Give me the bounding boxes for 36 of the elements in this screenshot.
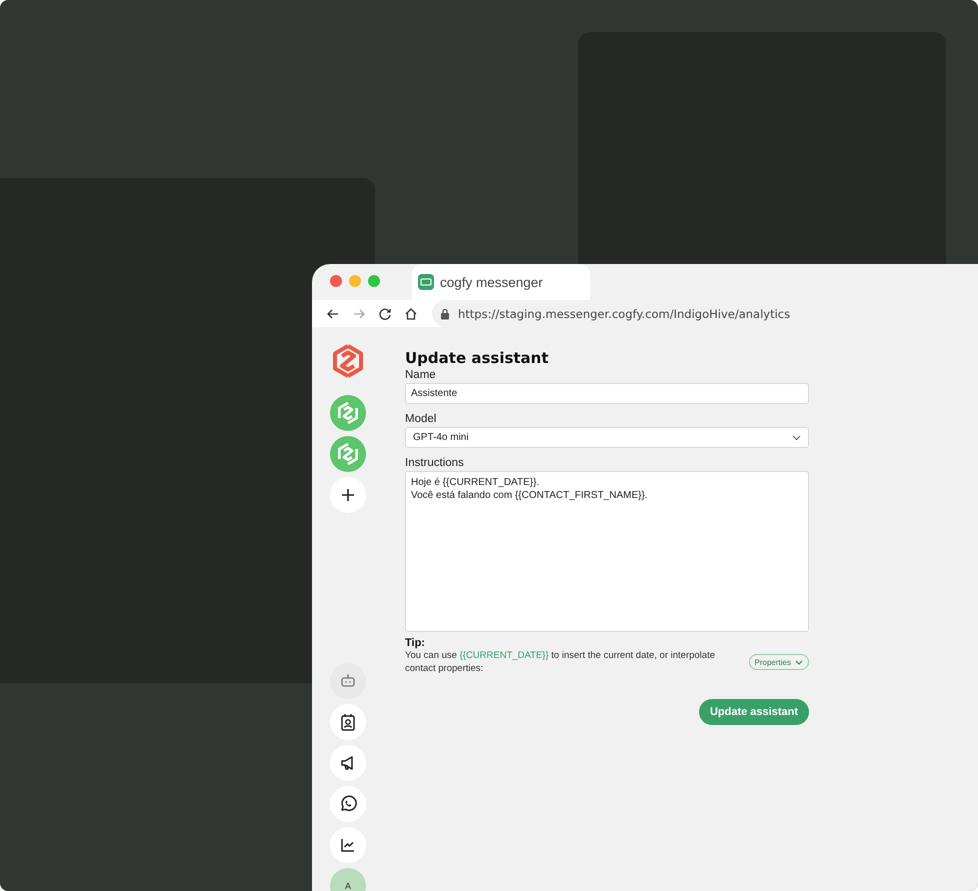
nav-button[interactable] xyxy=(330,704,366,740)
app-icon xyxy=(418,274,434,290)
browser-tab[interactable]: cogfy messenger xyxy=(412,264,590,300)
chevron-down-icon xyxy=(795,660,803,664)
chevron-down-icon xyxy=(792,434,801,440)
page-title: Update assistant xyxy=(405,349,550,367)
megaphone-icon xyxy=(340,755,356,771)
forward-icon[interactable] xyxy=(352,306,366,320)
address-bar[interactable]: https://staging.messenger.cogfy.com/IndigoHive/analytics xyxy=(432,300,978,327)
plus-icon xyxy=(342,489,354,501)
tip-text: You can use {{CURRENT_DATE}} to insert the current date, or interpolate contact properties: xyxy=(405,649,716,675)
model-select[interactable]: GPT-4o mini xyxy=(405,427,809,448)
field-label: Name xyxy=(405,369,437,381)
add-button[interactable] xyxy=(330,477,366,513)
instructions-field[interactable]: Hoje é {{CURRENT_DATE}}. Você está falando com {{CONTACT_FIRST_NAME}}. xyxy=(405,471,809,632)
field-label: Model xyxy=(405,413,438,425)
chat-phone-icon xyxy=(339,795,357,813)
workspace-logo-icon xyxy=(336,442,360,466)
line-chart-icon xyxy=(340,837,356,853)
logo-icon[interactable] xyxy=(331,343,365,379)
workspace-logo-icon xyxy=(336,401,360,425)
nav-button[interactable] xyxy=(330,827,366,863)
nav-button[interactable] xyxy=(330,745,366,781)
properties-dropdown[interactable]: Properties xyxy=(748,654,809,670)
close-button[interactable] xyxy=(330,275,342,287)
home-icon[interactable] xyxy=(404,306,418,320)
tip-title: Tip: xyxy=(405,637,426,649)
back-icon[interactable] xyxy=(326,306,340,320)
nav-button[interactable] xyxy=(330,786,366,822)
reload-icon[interactable] xyxy=(378,306,392,320)
lock-icon xyxy=(440,308,450,320)
contact-card-icon xyxy=(340,713,356,731)
user-avatar[interactable]: A xyxy=(330,868,366,891)
name-field[interactable]: Assistente xyxy=(405,383,809,404)
field-label: Instructions xyxy=(405,457,465,469)
robot-icon xyxy=(340,673,356,689)
